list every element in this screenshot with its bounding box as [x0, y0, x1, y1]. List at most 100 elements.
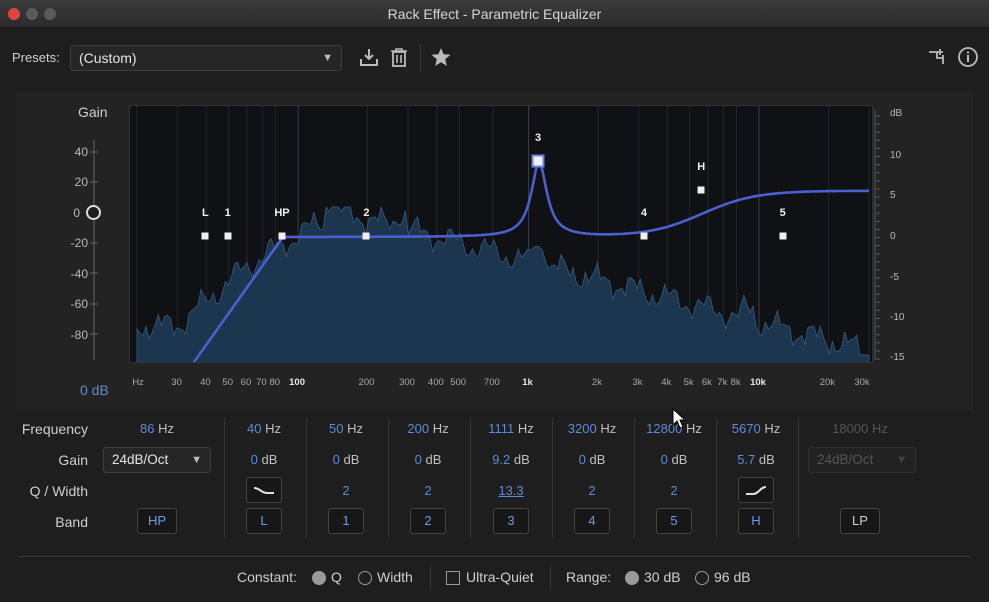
band-column-separator [470, 418, 471, 538]
frequency-hp-field[interactable]: 86 Hz [140, 421, 174, 436]
q-1-field[interactable]: 2 [342, 483, 349, 498]
lp-slope-dropdown[interactable]: 24dB/Oct ▼ [808, 447, 916, 473]
band-row-label: Band [55, 514, 88, 530]
info-icon[interactable] [957, 46, 979, 68]
gain-unit: dB [421, 452, 442, 467]
frequency-2-field[interactable]: 200 Hz [407, 421, 448, 436]
frequency-tick: 500 [450, 377, 467, 388]
range-30db-label: 30 dB [644, 569, 681, 585]
frequency-lp-field[interactable]: 18000 Hz [832, 421, 888, 436]
gain-4-field[interactable]: 0 dB [579, 452, 606, 467]
frequency-l-field[interactable]: 40 Hz [247, 421, 281, 436]
frequency-value: 86 [140, 421, 155, 436]
eq-node-5[interactable] [779, 232, 787, 240]
band-lp-button[interactable]: LP [840, 508, 880, 534]
eq-node-h[interactable] [697, 186, 705, 194]
eq-node-2[interactable] [362, 232, 370, 240]
band-2-button[interactable]: 2 [410, 508, 446, 534]
frequency-tick: 50 [222, 377, 233, 388]
gain-slider-knob[interactable] [86, 205, 101, 220]
gain-l-field[interactable]: 0 dB [251, 452, 278, 467]
lp-slope-value: 24dB/Oct [817, 452, 874, 467]
star-icon[interactable] [430, 46, 452, 68]
eq-graph[interactable] [129, 105, 873, 363]
eq-node-hp[interactable] [278, 232, 286, 240]
frequency-3-field[interactable]: 1111 Hz [488, 421, 534, 436]
band-h-button[interactable]: H [738, 508, 774, 534]
frequency-unit: Hz [429, 421, 449, 436]
eq-node-l[interactable] [201, 232, 209, 240]
band-3-button[interactable]: 3 [493, 508, 529, 534]
constant-q-radio[interactable] [312, 571, 326, 585]
frequency-unit: Hz [261, 421, 281, 436]
range-30db-radio[interactable] [625, 571, 639, 585]
q-3-field[interactable]: 13.3 [498, 483, 523, 498]
window-title: Rack Effect - Parametric Equalizer [387, 6, 602, 22]
trash-icon[interactable] [388, 46, 410, 68]
band-column-separator [634, 418, 635, 538]
gain-1-field[interactable]: 0 dB [333, 452, 360, 467]
band-hp-button[interactable]: HP [137, 508, 177, 534]
range-96db-label: 96 dB [714, 569, 751, 585]
band-column-separator [552, 418, 553, 538]
eq-node-label: 2 [363, 207, 370, 219]
q-5-field[interactable]: 2 [670, 483, 677, 498]
q-4-field[interactable]: 2 [588, 483, 595, 498]
band-5-button[interactable]: 5 [656, 508, 692, 534]
gain-3-field[interactable]: 9.2 dB [492, 452, 530, 467]
band-l-button[interactable]: L [246, 508, 282, 534]
frequency-unit: Hz [514, 421, 534, 436]
eq-node-1[interactable] [224, 232, 232, 240]
frequency-tick: 20k [819, 377, 836, 388]
ultra-quiet-label: Ultra-Quiet [466, 569, 534, 585]
band-1-button[interactable]: 1 [328, 508, 364, 534]
band-column-separator [798, 418, 799, 538]
gain-5-field[interactable]: 0 dB [661, 452, 688, 467]
q-2-field[interactable]: 2 [424, 483, 431, 498]
save-preset-icon[interactable] [358, 46, 380, 68]
band-column-separator [306, 418, 307, 538]
gain-unit: dB [339, 452, 360, 467]
constant-width-radio[interactable] [358, 571, 372, 585]
band-4-button[interactable]: 4 [574, 508, 610, 534]
chevron-down-icon: ▼ [896, 454, 907, 466]
frequency-tick: 40 [200, 377, 211, 388]
hp-slope-dropdown[interactable]: 24dB/Oct ▼ [103, 447, 211, 473]
frequency-unit: Hz [760, 421, 781, 436]
gain-slider-track[interactable] [86, 140, 102, 360]
ultra-quiet-checkbox[interactable] [446, 571, 460, 585]
gain-tick: 0 [73, 206, 80, 220]
gain-h-field[interactable]: 5.7 dB [737, 452, 775, 467]
frequency-1-field[interactable]: 50 Hz [329, 421, 363, 436]
routing-icon[interactable] [926, 46, 948, 68]
q-width-row-label: Q / Width [29, 483, 88, 499]
eq-node-label: H [697, 160, 706, 173]
band-column-separator [716, 418, 717, 538]
frequency-tick: Hz [132, 377, 144, 388]
range-96db-radio[interactable] [695, 571, 709, 585]
gain-2-field[interactable]: 0 dB [415, 452, 442, 467]
frequency-h-field[interactable]: 5670 Hz [732, 421, 780, 436]
low-shelf-icon [253, 487, 274, 494]
eq-node-4[interactable] [640, 232, 648, 240]
frequency-tick: 700 [483, 377, 500, 388]
presets-value: (Custom) [79, 50, 137, 66]
high-shelf-button[interactable] [738, 477, 774, 503]
eq-node-label: 3 [535, 132, 542, 145]
frequency-4-field[interactable]: 3200 Hz [568, 421, 616, 436]
gain-value: 5.7 [737, 452, 756, 467]
db-tick: 5 [890, 190, 896, 201]
eq-node-3[interactable] [531, 154, 545, 168]
low-shelf-button[interactable] [246, 477, 282, 503]
frequency-tick: 30k [854, 377, 870, 388]
chevron-down-icon: ▼ [191, 454, 202, 466]
frequency-unit: Hz [868, 421, 888, 436]
toolbar-divider [420, 44, 421, 72]
eq-graph-canvas[interactable] [130, 106, 873, 363]
constant-q-label: Q [331, 569, 342, 585]
high-shelf-icon [746, 486, 767, 495]
presets-dropdown[interactable]: (Custom) ▼ [70, 45, 342, 71]
db-tick: -5 [890, 272, 899, 283]
gain-tick: 20 [74, 175, 88, 189]
frequency-tick: 4k [661, 377, 672, 388]
